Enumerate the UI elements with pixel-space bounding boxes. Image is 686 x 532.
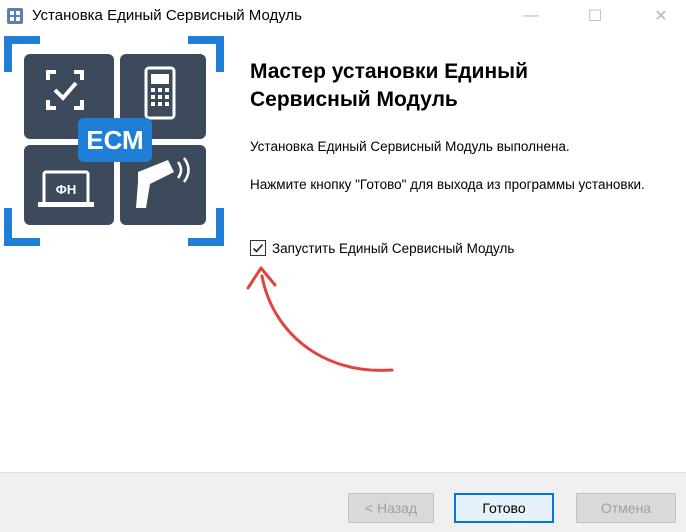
- wizard-footer: < Назад Готово Отмена: [0, 472, 686, 532]
- fn-label: ФН: [56, 182, 76, 197]
- minimize-button[interactable]: —: [508, 0, 554, 32]
- window-title: Установка Единый Сервисный Модуль: [32, 7, 302, 24]
- finish-button[interactable]: Готово: [454, 493, 554, 523]
- launch-checkbox-row[interactable]: Запустить Единый Сервисный Модуль: [250, 240, 514, 256]
- launch-checkbox[interactable]: [250, 240, 266, 256]
- finish-instruction: Нажмите кнопку "Готово" для выхода из пр…: [250, 177, 645, 192]
- maximize-button[interactable]: ☐: [572, 0, 618, 32]
- cancel-button[interactable]: Отмена: [576, 493, 676, 523]
- wizard-heading: Мастер установки Единый Сервисный Модуль: [250, 60, 528, 111]
- launch-checkbox-label: Запустить Единый Сервисный Модуль: [272, 240, 515, 256]
- completion-message: Установка Единый Сервисный Модуль выполн…: [250, 139, 570, 154]
- checkmark-icon: [252, 243, 264, 253]
- esm-logo-text: ЕСМ: [86, 125, 143, 155]
- title-bar: Установка Единый Сервисный Модуль — ☐ ✕: [0, 0, 686, 32]
- back-button[interactable]: < Назад: [348, 493, 434, 523]
- installer-banner: ФН ЕСМ: [4, 36, 224, 246]
- close-button[interactable]: ✕: [638, 0, 684, 32]
- installer-app-icon: [7, 8, 23, 24]
